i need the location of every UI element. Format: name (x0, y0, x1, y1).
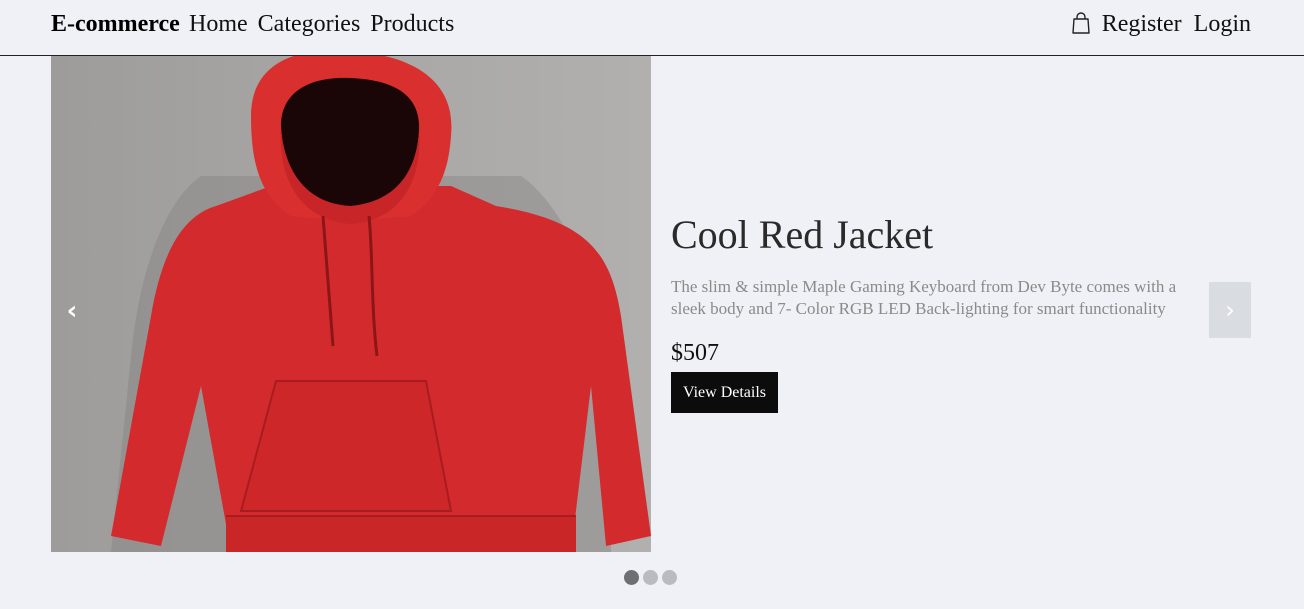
carousel-indicator-2[interactable] (643, 570, 658, 585)
nav-link-home[interactable]: Home (189, 11, 248, 38)
carousel-indicator-1[interactable] (624, 570, 639, 585)
product-carousel: ‹ Cool Red Jacket The slim & simple Mapl… (51, 56, 1251, 552)
brand-logo[interactable]: E-commerce (51, 11, 180, 38)
nav-actions: Register Login (1071, 11, 1251, 38)
nav-link-categories[interactable]: Categories (258, 11, 361, 38)
carousel-indicators (624, 570, 677, 585)
nav-links: Home Categories Products (189, 11, 454, 38)
navbar: E-commerce Home Categories Products Regi… (0, 0, 1304, 56)
product-description: The slim & simple Maple Gaming Keyboard … (671, 277, 1177, 318)
carousel-prev-button[interactable]: ‹ (61, 296, 83, 326)
slide-caption: Cool Red Jacket The slim & simple Maple … (671, 212, 1201, 413)
login-link[interactable]: Login (1194, 11, 1251, 38)
view-details-button[interactable]: View Details (671, 372, 779, 413)
register-link[interactable]: Register (1102, 11, 1182, 38)
product-image-red-hoodie: ‹ (51, 56, 651, 552)
product-title: Cool Red Jacket (671, 212, 934, 257)
carousel-next-button[interactable]: › (1209, 282, 1251, 338)
carousel-indicator-3[interactable] (662, 570, 677, 585)
nav-link-products[interactable]: Products (370, 11, 454, 38)
product-price: $507 (671, 340, 719, 366)
shopping-bag-icon[interactable] (1071, 11, 1090, 34)
